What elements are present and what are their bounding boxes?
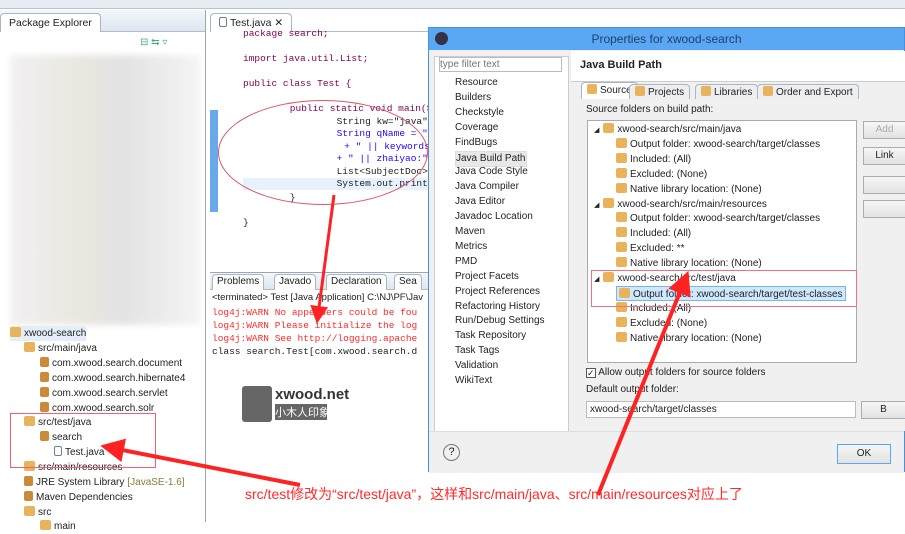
tree-item-label: main: [54, 521, 76, 532]
annotation-arrows: [100, 194, 691, 496]
arrow-to-test-folder: [596, 270, 691, 496]
arrow-to-tree: [100, 438, 301, 487]
arrow-to-console: [310, 194, 336, 324]
annotation-text: src/test修改为“src/test/java”，这样和src/main/j…: [245, 486, 743, 502]
